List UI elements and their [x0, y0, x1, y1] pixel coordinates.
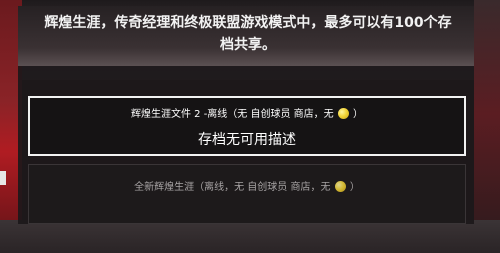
- save-slot-1-title: 辉煌生涯文件 2 -离线（无 自创球员 商店，无 ）: [30, 108, 464, 122]
- save-slot-1-description: 存档无可用描述: [198, 132, 296, 148]
- save-slot-new-title-suffix: ）: [349, 182, 360, 193]
- save-slot-new-title: 全新辉煌生涯（离线，无 自创球员 商店，无 ）: [29, 181, 465, 195]
- save-slot-new-career[interactable]: 全新辉煌生涯（离线，无 自创球员 商店，无 ）: [28, 164, 466, 224]
- background-bottom: [0, 220, 500, 253]
- coin-icon: [337, 108, 349, 119]
- panel-header: 辉煌生涯，传奇经理和终极联盟游戏模式中，最多可以有100个存档共享。: [18, 6, 474, 66]
- save-slot-new-title-prefix: 全新辉煌生涯（离线，无 自创球员 商店，无: [134, 182, 331, 193]
- edge-marker: [0, 171, 6, 185]
- background-right-art: [474, 0, 500, 253]
- header-text: 辉煌生涯，传奇经理和终极联盟游戏模式中，最多可以有100个存档共享。: [44, 15, 452, 53]
- save-slot-1[interactable]: 辉煌生涯文件 2 -离线（无 自创球员 商店，无 ） 存档无可用描述: [28, 96, 466, 156]
- coin-icon: [334, 181, 346, 192]
- save-panel: 辉煌生涯，传奇经理和终极联盟游戏模式中，最多可以有100个存档共享。 辉煌生涯文…: [18, 6, 474, 224]
- save-slot-1-title-prefix: 辉煌生涯文件 2 -离线（无 自创球员 商店，无: [130, 109, 334, 120]
- save-slot-1-title-suffix: ）: [353, 109, 364, 120]
